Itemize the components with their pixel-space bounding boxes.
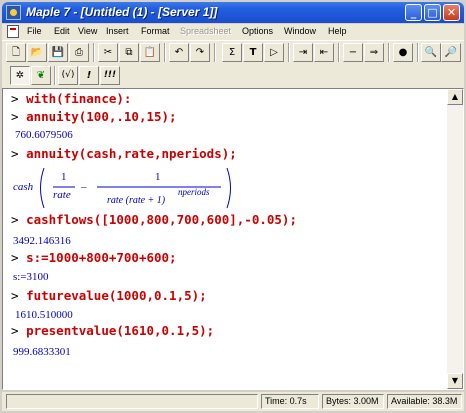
output-value: 1610.510000 [15,309,73,321]
copy-icon[interactable]: ⧉ [119,43,139,62]
maple-app-icon[interactable] [6,5,21,20]
prompt-insert-icon[interactable]: ▷ [264,43,284,62]
paste-icon[interactable]: 📋 [140,43,160,62]
status-bar: Time: 0.7s Bytes: 3.00M Available: 38.3M [2,392,464,411]
main-toolbar: 🗋 📂 💾 ⎙ ✂ ⧉ 📋 ↶ ↷ Σ T ▷ ⇥ ⇤ − ⇒ ● 🔍 🔎 [2,40,464,64]
input-line[interactable]: > cashflows([1000,800,700,600],-0.05); [11,212,297,227]
vertical-scrollbar[interactable] [447,105,463,373]
open-file-icon[interactable]: 📂 [27,43,47,62]
menu-insert[interactable]: Insert [106,26,129,36]
prompt: > [11,109,19,124]
toolbar-separator [388,43,390,62]
menu-window[interactable]: Window [284,26,316,36]
context-toolbar: ✲ ❦ (√) ! !!! [2,64,464,88]
toolbar-separator [417,43,419,62]
new-file-icon[interactable]: 🗋 [6,43,26,62]
input-line[interactable]: > s:=1000+800+700+600; [11,250,177,265]
menu-bar: File Edit View Insert Format Spreadsheet… [2,24,464,40]
maximize-button[interactable]: □ [424,4,441,21]
menu-file[interactable]: File [27,26,42,36]
prompt: > [11,288,19,303]
menu-options[interactable]: Options [242,26,273,36]
zoom-in-icon[interactable]: 🔍 [421,43,441,62]
restart-button[interactable]: (√) [58,66,78,85]
status-time: Time: 0.7s [261,394,319,409]
formula-output: cash 1 rate – 1 rate (rate + 1) nperiods [13,165,253,211]
formula-den2: rate (rate + 1) [107,195,166,206]
undo-icon[interactable]: ↶ [169,43,189,62]
worksheet-area[interactable]: > with(finance): > annuity(100,.10,15); … [2,88,464,390]
window-title: Maple 7 - [Untitled (1) - [Server 1]] [26,5,218,19]
outdent-icon[interactable]: ⇤ [314,43,334,62]
document-icon[interactable] [7,25,19,38]
math-input-button[interactable]: Σ [222,43,242,62]
zoom-out-icon[interactable]: 🔎 [441,43,461,62]
menu-format[interactable]: Format [141,26,170,36]
command-text[interactable]: annuity(cash,rate,nperiods); [26,146,237,161]
command-text[interactable]: futurevalue(1000,0.1,5); [26,288,207,303]
maple-leaf-icon[interactable]: ❦ [31,66,51,85]
symbolic-mode-icon[interactable]: ✲ [10,66,30,85]
indent-icon[interactable]: ⇥ [293,43,313,62]
prompt: > [11,146,19,161]
toolbar-separator [338,43,340,62]
prompt: > [11,323,19,338]
execute-button[interactable]: ! [79,66,99,85]
save-icon[interactable]: 💾 [48,43,68,62]
execute-all-button[interactable]: !!! [100,66,120,85]
toolbar-separator [288,43,290,62]
maple-window: Maple 7 - [Untitled (1) - [Server 1]] _ … [0,0,466,413]
input-line[interactable]: > annuity(cash,rate,nperiods); [11,146,237,161]
formula-minus: – [81,181,87,193]
close-button[interactable]: ✕ [443,4,460,21]
command-text[interactable]: cashflows([1000,800,700,600],-0.05); [26,212,297,227]
toolbar-separator [164,43,166,62]
formula-exponent: nperiods [178,187,210,197]
text-input-button[interactable]: T [243,43,263,62]
toolbar-separator [214,43,216,62]
menu-view[interactable]: View [78,26,97,36]
scroll-up-icon[interactable]: ▲ [447,89,463,105]
menu-edit[interactable]: Edit [54,26,70,36]
scroll-down-icon[interactable]: ▼ [447,373,463,389]
input-line[interactable]: > annuity(100,.10,15); [11,109,177,124]
output-value: 3492.146316 [13,235,71,247]
minimize-button[interactable]: _ [405,4,422,21]
menu-spreadsheet[interactable]: Spreadsheet [180,26,231,36]
menu-help[interactable]: Help [328,26,347,36]
formula-num2: 1 [155,171,161,183]
status-bytes: Bytes: 3.00M [322,394,384,409]
output-value: 999.6833301 [13,346,71,358]
output-value: 760.6079506 [15,129,73,141]
print-icon[interactable]: ⎙ [69,43,89,62]
input-line[interactable]: > with(finance): [11,91,131,106]
section-expand-icon[interactable]: ⇒ [364,43,384,62]
command-text[interactable]: s:=1000+800+700+600; [26,250,177,265]
status-message [6,394,258,409]
prompt: > [11,212,19,227]
output-value: s:=3100 [13,271,49,283]
formula-lhs: cash [13,181,34,193]
section-collapse-icon[interactable]: − [343,43,363,62]
command-text[interactable]: with(finance): [26,91,131,106]
formula-den1: rate [53,189,71,201]
command-text[interactable]: presentvalue(1610,0.1,5); [26,323,214,338]
stop-icon[interactable]: ● [393,43,413,62]
input-line[interactable]: > futurevalue(1000,0.1,5); [11,288,207,303]
command-text[interactable]: annuity(100,.10,15); [26,109,177,124]
toolbar-separator [54,66,56,85]
input-line[interactable]: > presentvalue(1610,0.1,5); [11,323,214,338]
prompt: > [11,250,19,265]
formula-num1: 1 [61,171,67,183]
status-available: Available: 38.3M [387,394,462,409]
prompt: > [11,91,19,106]
toolbar-separator [93,43,95,62]
cut-icon[interactable]: ✂ [98,43,118,62]
redo-icon[interactable]: ↷ [190,43,210,62]
title-bar[interactable]: Maple 7 - [Untitled (1) - [Server 1]] _ … [2,2,464,23]
